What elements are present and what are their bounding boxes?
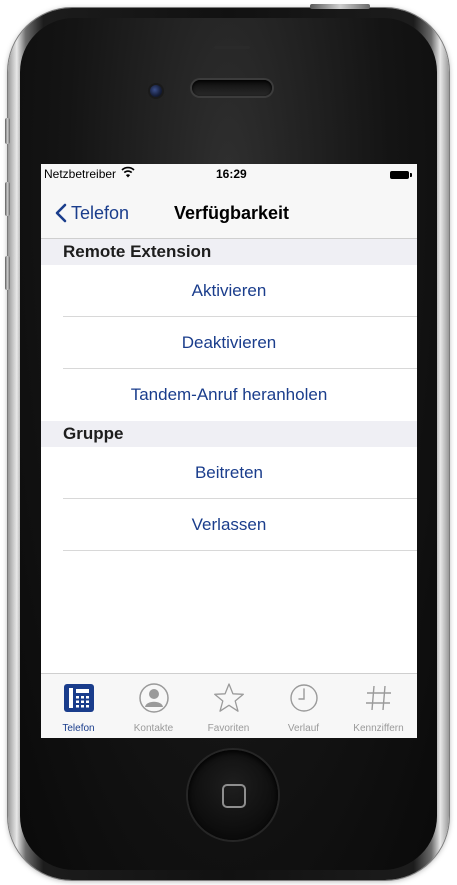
tab-kennziffern[interactable]: Kennziffern (341, 674, 416, 738)
home-square-icon (222, 784, 246, 808)
page-title: Verfügbarkeit (174, 203, 290, 223)
volume-up-button (5, 182, 10, 216)
join-group-button[interactable]: Beitreten (41, 447, 417, 499)
tab-telefon[interactable]: Telefon (41, 674, 116, 738)
front-camera (150, 85, 162, 97)
contact-icon (139, 683, 169, 713)
hash-icon (366, 685, 391, 711)
section-header-group: Gruppe (41, 421, 417, 447)
tab-label: Favoriten (207, 723, 250, 734)
tab-bar: Telefon Kontakte Favoriten Verlauf Kennz… (41, 673, 417, 738)
mute-switch (5, 118, 10, 144)
carrier-label: Netzbetreiber (44, 167, 117, 181)
screen: Netzbetreiber 16:29 Telefon Verfügbarkei… (41, 164, 417, 738)
section-header-label: Remote Extension (63, 242, 212, 261)
clock-icon (290, 684, 318, 712)
tab-label: Telefon (62, 723, 95, 734)
status-bar: Netzbetreiber 16:29 (41, 164, 417, 184)
back-button[interactable]: Telefon (55, 201, 129, 225)
tab-kontakte[interactable]: Kontakte (116, 674, 191, 738)
tab-label: Kennziffern (353, 723, 404, 734)
home-button[interactable] (188, 750, 278, 840)
top-slit (214, 46, 250, 49)
leave-group-button[interactable]: Verlassen (41, 499, 417, 551)
deactivate-button[interactable]: Deaktivieren (41, 317, 417, 369)
tab-favoriten[interactable]: Favoriten (191, 674, 266, 738)
tab-label: Verlauf (287, 723, 320, 734)
power-button (310, 4, 370, 9)
activate-button[interactable]: Aktivieren (41, 265, 417, 317)
back-button-label: Telefon (71, 202, 130, 223)
section-header-label: Gruppe (63, 424, 124, 443)
fetch-tandem-call-button[interactable]: Tandem-Anruf heranholen (41, 369, 417, 421)
navigation-bar: Telefon Verfügbarkeit (41, 184, 417, 239)
wifi-icon (121, 166, 135, 178)
status-time: 16:29 (216, 167, 247, 181)
tab-verlauf[interactable]: Verlauf (266, 674, 341, 738)
earpiece-speaker (192, 80, 272, 96)
battery-icon (390, 171, 412, 179)
section-header-remote-extension: Remote Extension (41, 239, 417, 265)
chevron-left-icon (55, 203, 67, 223)
star-icon (214, 683, 244, 712)
phone-keypad-icon (64, 684, 94, 712)
volume-down-button (5, 256, 10, 290)
tab-label: Kontakte (133, 723, 174, 734)
